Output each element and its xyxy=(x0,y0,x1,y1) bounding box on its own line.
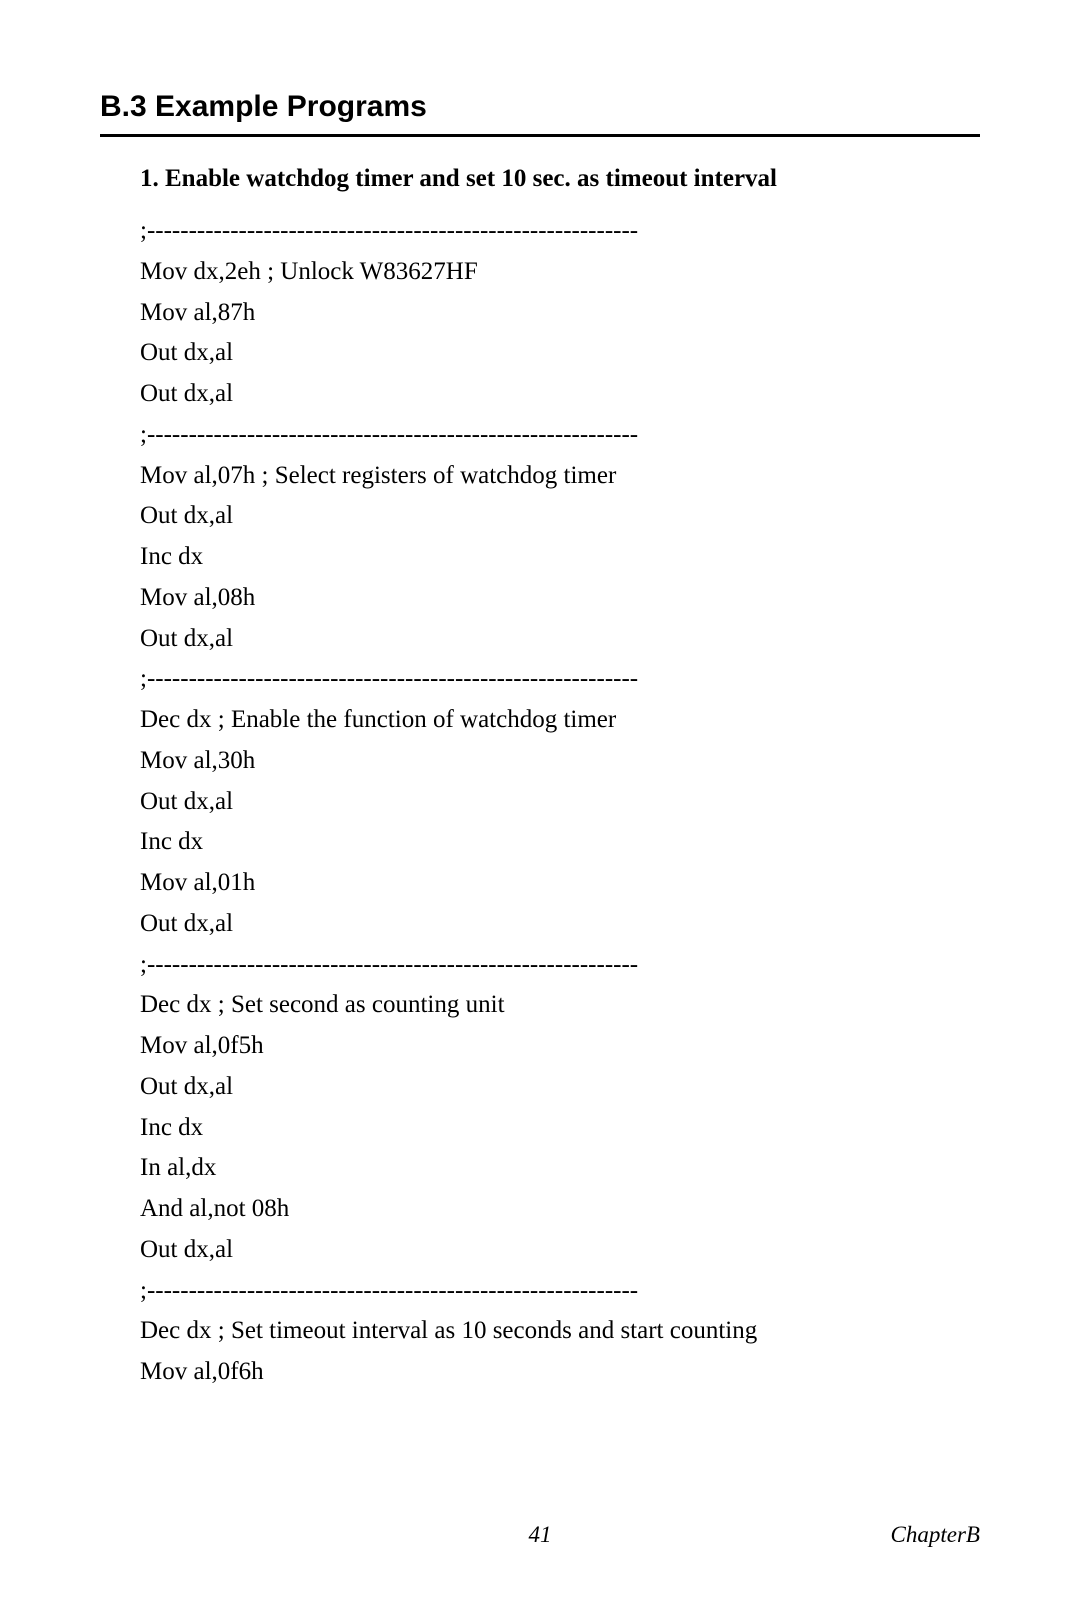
code-line: Out dx,al xyxy=(140,619,980,660)
chapter-label: ChapterB xyxy=(891,1522,980,1548)
code-line: Out dx,al xyxy=(140,1230,980,1271)
code-line: Mov al,0f6h xyxy=(140,1352,980,1393)
code-listing: ;---------------------------------------… xyxy=(140,211,980,1393)
code-line: Dec dx ; Set timeout interval as 10 seco… xyxy=(140,1311,980,1352)
code-line: ;---------------------------------------… xyxy=(140,211,980,252)
code-line: Dec dx ; Enable the function of watchdog… xyxy=(140,700,980,741)
code-line: Out dx,al xyxy=(140,782,980,823)
code-line: Inc dx xyxy=(140,537,980,578)
page-footer: 41 ChapterB xyxy=(100,1522,980,1548)
code-line: Inc dx xyxy=(140,822,980,863)
code-line: Mov al,08h xyxy=(140,578,980,619)
code-line: ;---------------------------------------… xyxy=(140,415,980,456)
example-title: 1. Enable watchdog timer and set 10 sec.… xyxy=(140,165,980,193)
code-line: ;---------------------------------------… xyxy=(140,945,980,986)
code-line: Out dx,al xyxy=(140,496,980,537)
code-line: Inc dx xyxy=(140,1108,980,1149)
code-line: In al,dx xyxy=(140,1148,980,1189)
code-line: And al,not 08h xyxy=(140,1189,980,1230)
code-line: ;---------------------------------------… xyxy=(140,659,980,700)
code-line: Mov al,01h xyxy=(140,863,980,904)
code-line: Out dx,al xyxy=(140,374,980,415)
code-line: Mov dx,2eh ; Unlock W83627HF xyxy=(140,252,980,293)
code-line: Mov al,87h xyxy=(140,293,980,334)
code-line: Dec dx ; Set second as counting unit xyxy=(140,985,980,1026)
code-line: Out dx,al xyxy=(140,1067,980,1108)
page-number: 41 xyxy=(529,1522,552,1548)
code-line: Mov al,07h ; Select registers of watchdo… xyxy=(140,456,980,497)
code-line: Mov al,30h xyxy=(140,741,980,782)
code-line: Out dx,al xyxy=(140,333,980,374)
code-line: ;---------------------------------------… xyxy=(140,1271,980,1312)
code-line: Mov al,0f5h xyxy=(140,1026,980,1067)
section-heading: B.3 Example Programs xyxy=(100,90,980,137)
code-line: Out dx,al xyxy=(140,904,980,945)
content-block: 1. Enable watchdog timer and set 10 sec.… xyxy=(100,165,980,1393)
